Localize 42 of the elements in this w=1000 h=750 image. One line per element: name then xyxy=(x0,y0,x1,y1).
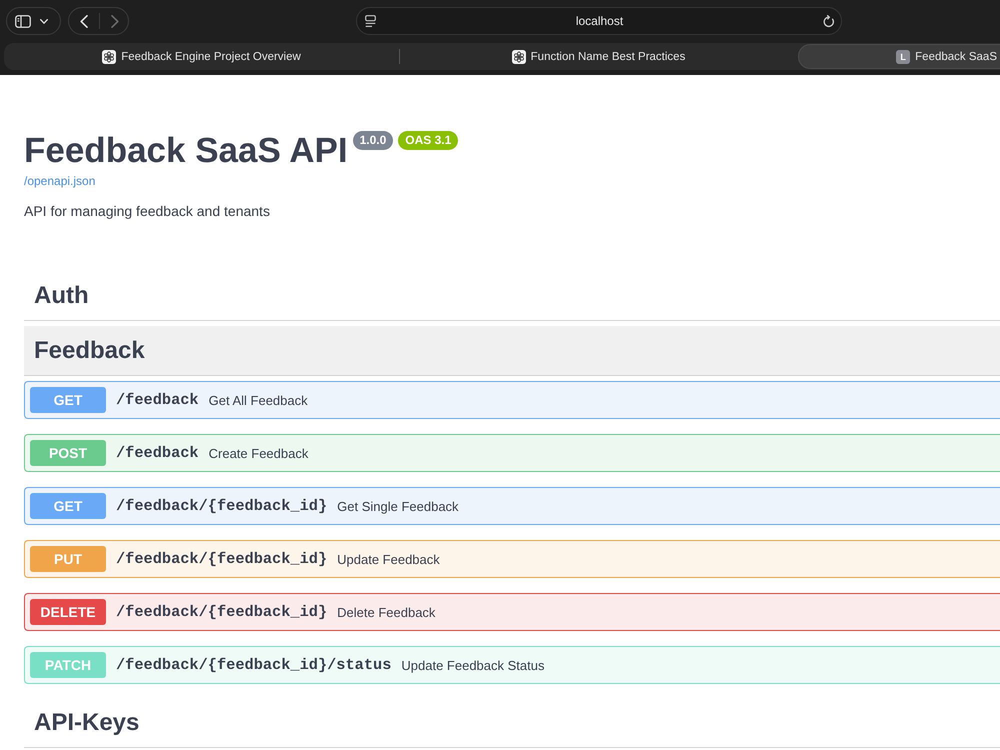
method-badge: GET xyxy=(30,493,106,519)
sidebar-button[interactable] xyxy=(6,7,61,35)
address-field[interactable]: localhost xyxy=(356,7,842,35)
endpoint-summary: Update Feedback xyxy=(337,552,440,566)
back-icon[interactable] xyxy=(80,14,88,28)
endpoint-row[interactable]: GET /feedback Get All Feedback xyxy=(24,381,1000,419)
endpoint-summary: Create Feedback xyxy=(208,446,308,460)
endpoint-path: /feedback/{feedback_id}/status xyxy=(115,656,392,674)
method-badge: DELETE xyxy=(30,599,106,625)
endpoint-summary: Get Single Feedback xyxy=(337,498,459,514)
chevron-down-icon xyxy=(40,18,48,24)
method-badge: POST xyxy=(30,440,106,466)
endpoint-summary: Delete Feedback xyxy=(337,604,436,620)
method-badge: GET xyxy=(30,387,106,413)
browser-tab[interactable]: Feedback Engine Project Overview xyxy=(4,44,399,69)
section-header[interactable]: Feedback xyxy=(24,326,1000,376)
endpoint-path: /feedback/{feedback_id} xyxy=(115,550,328,568)
endpoint-row[interactable]: POST /feedback Create Feedback xyxy=(24,434,1000,472)
api-description: API for managing feedback and tenants xyxy=(24,203,270,220)
endpoint-summary: Update Feedback Status xyxy=(401,658,544,672)
endpoint-summary: Get All Feedback xyxy=(208,392,308,408)
api-title: Feedback SaaS API xyxy=(24,130,348,172)
endpoint-row[interactable]: DELETE /feedback/{feedback_id} Delete Feedback xyxy=(24,593,1000,631)
flower-icon xyxy=(512,50,526,64)
method-badge: PATCH xyxy=(30,652,106,678)
endpoint-path: /feedback xyxy=(115,391,200,409)
method-badge: PUT xyxy=(30,546,106,572)
reload-icon[interactable] xyxy=(823,14,835,28)
endpoint-path: /feedback xyxy=(115,444,200,462)
spec-version-badge: OAS 3.1 xyxy=(398,131,458,150)
browser-tab[interactable]: L Feedback SaaS xyxy=(798,44,1000,69)
version-badge: 1.0.0 xyxy=(352,131,394,150)
endpoint-row[interactable]: GET /feedback/{feedback_id} Get Single Feedback xyxy=(24,487,1000,525)
sidebar-icon xyxy=(15,14,31,28)
browser-tab[interactable]: Function Name Best Practices xyxy=(400,44,797,69)
lines-icon[interactable] xyxy=(365,14,376,28)
endpoint-path: /feedback/{feedback_id} xyxy=(115,603,328,621)
endpoint-row[interactable]: PATCH /feedback/{feedback_id}/status Update Feedback Status xyxy=(24,646,1000,684)
endpoint-row[interactable]: PUT /feedback/{feedback_id} Update Feedback xyxy=(24,540,1000,578)
favicon-tile: L xyxy=(896,50,910,64)
flower-icon xyxy=(102,50,116,64)
endpoint-path: /feedback/{feedback_id} xyxy=(115,497,328,515)
